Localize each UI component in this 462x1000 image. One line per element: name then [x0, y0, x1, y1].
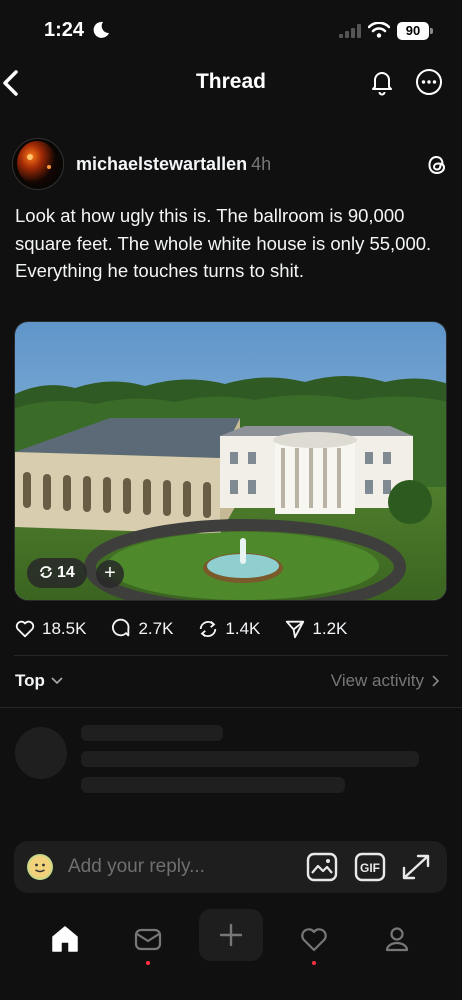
- more-icon: [416, 69, 442, 95]
- battery-indicator: 90: [397, 22, 429, 40]
- plus-icon: [219, 923, 243, 947]
- reply-input[interactable]: Add your reply...: [68, 856, 205, 878]
- thread-header: Thread: [0, 62, 462, 102]
- threads-logo-icon[interactable]: [424, 152, 450, 178]
- view-activity-link[interactable]: View activity: [331, 671, 440, 691]
- gif-button[interactable]: GIF: [353, 851, 387, 883]
- repost-icon: [40, 566, 52, 578]
- tab-bar: [0, 905, 462, 1000]
- view-activity-label: View activity: [330, 671, 424, 690]
- home-icon: [52, 926, 78, 952]
- like-button[interactable]: 18.5K: [14, 618, 86, 640]
- sort-dropdown[interactable]: Top: [15, 671, 63, 691]
- chevron-right-icon: [432, 675, 440, 687]
- repost-count: 1.4K: [225, 619, 261, 638]
- inbox-icon: [134, 928, 162, 951]
- tab-inbox[interactable]: [132, 923, 164, 955]
- moon-icon: [93, 21, 109, 38]
- username[interactable]: michaelstewartallen: [76, 154, 247, 174]
- add-to-chip-button[interactable]: +: [96, 560, 124, 588]
- chevron-down-icon: [51, 677, 63, 685]
- compose-button[interactable]: [199, 909, 263, 961]
- heart-icon: [15, 620, 35, 638]
- loading-avatar-placeholder: [15, 727, 67, 779]
- reply-avatar: [27, 854, 53, 880]
- post-time: 4h: [251, 154, 272, 174]
- more-options-button[interactable]: [415, 68, 443, 96]
- wifi-icon: [368, 22, 390, 38]
- notification-dot: [312, 961, 316, 965]
- repost-count-chip[interactable]: 14: [27, 558, 87, 588]
- share-button[interactable]: 1.2K: [284, 618, 347, 640]
- bell-icon: [372, 72, 392, 96]
- profile-icon: [385, 927, 409, 952]
- share-icon: [286, 620, 305, 639]
- comment-button[interactable]: 2.7K: [110, 618, 173, 640]
- tab-activity[interactable]: [298, 923, 330, 955]
- emoji-face-icon: [29, 856, 51, 878]
- cellular-signal-icon: [339, 24, 361, 38]
- sort-label: Top: [15, 671, 45, 690]
- status-time: 1:24: [44, 19, 85, 41]
- heart-icon: [301, 928, 327, 952]
- comment-icon: [112, 618, 130, 637]
- post-header: michaelstewartallen 4h: [76, 154, 271, 175]
- gif-icon: GIF: [354, 852, 386, 882]
- gif-label: GIF: [360, 861, 380, 875]
- loading-line-placeholder: [81, 725, 223, 741]
- repost-icon: [200, 620, 217, 638]
- expand-composer-button[interactable]: [399, 851, 433, 883]
- comment-count: 2.7K: [138, 619, 174, 638]
- share-count: 1.2K: [312, 619, 348, 638]
- avatar-image: [13, 139, 63, 189]
- divider: [0, 707, 462, 708]
- tab-profile[interactable]: [381, 923, 413, 955]
- status-bar: 1:24 90: [0, 0, 462, 62]
- notifications-button[interactable]: [368, 68, 396, 96]
- loading-line-placeholder: [81, 751, 419, 767]
- image-icon: [306, 852, 338, 882]
- loading-line-placeholder: [81, 777, 345, 793]
- reply-composer[interactable]: Add your reply... GIF: [14, 841, 447, 893]
- repost-button[interactable]: 1.4K: [197, 618, 260, 640]
- post-actions: 18.5K 2.7K 1.4K 1.2K: [14, 616, 371, 642]
- battery-nub: [430, 28, 433, 34]
- like-count: 18.5K: [42, 619, 87, 638]
- notification-dot: [146, 961, 150, 965]
- divider: [14, 655, 448, 656]
- expand-icon: [402, 854, 430, 880]
- tab-home[interactable]: [49, 923, 81, 955]
- attach-image-button[interactable]: [305, 851, 339, 883]
- repost-chip-count: 14: [57, 564, 75, 581]
- ballroom-rendering-image: [15, 322, 446, 600]
- post-text: Look at how ugly this is. The ballroom i…: [15, 205, 432, 281]
- avatar[interactable]: [12, 138, 64, 190]
